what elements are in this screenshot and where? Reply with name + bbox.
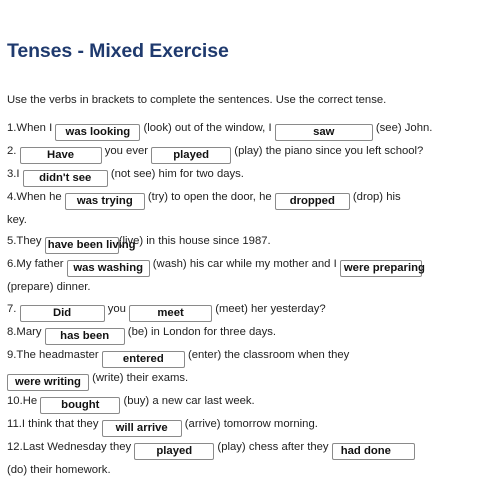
answer-input[interactable]: were writing bbox=[7, 373, 89, 391]
instructions-text: Use the verbs in brackets to complete th… bbox=[7, 94, 387, 107]
sentence-text: (do) their homework. bbox=[7, 463, 111, 476]
answer-input[interactable]: Did bbox=[19, 304, 105, 322]
question-number: 7. bbox=[7, 302, 17, 315]
question-number: 1. bbox=[7, 121, 17, 134]
sentence-text: (try) to open the door, he bbox=[144, 190, 275, 203]
answer-input[interactable]: played bbox=[151, 146, 232, 164]
question-line: 10.He bought (buy) a new car last week. bbox=[7, 391, 494, 414]
question-line: 7. Did you meet (meet) her yesterday? bbox=[7, 299, 494, 322]
sentence-text: (buy) a new car last week. bbox=[120, 394, 255, 407]
question-line: 4.When he was trying (try) to open the d… bbox=[7, 187, 494, 210]
question-number: 5. bbox=[7, 235, 17, 248]
page-title: Tenses - Mixed Exercise bbox=[7, 40, 229, 62]
question-line: 6.My father was washing (wash) his car w… bbox=[7, 254, 494, 278]
sentence-text: He bbox=[22, 394, 41, 407]
question-number: 12. bbox=[7, 440, 23, 453]
question-number: 3. bbox=[7, 167, 17, 180]
sentence-text: (be) in London for three days. bbox=[124, 325, 277, 338]
answer-input[interactable]: have been living bbox=[44, 237, 136, 255]
answer-input[interactable]: bought bbox=[40, 396, 121, 414]
answer-input[interactable]: entered bbox=[101, 350, 185, 368]
answer-input[interactable]: will arrive bbox=[101, 419, 182, 437]
sentence-text: (drop) his bbox=[349, 190, 401, 203]
answer-input[interactable]: didn't see bbox=[22, 169, 108, 187]
answer-input[interactable]: was trying bbox=[64, 192, 145, 210]
question-number: 6. bbox=[7, 258, 17, 271]
question-number: 10. bbox=[7, 394, 23, 407]
sentence-text: My father bbox=[16, 258, 67, 271]
question-line: key. bbox=[7, 210, 494, 232]
sentence-text: key. bbox=[7, 213, 27, 226]
question-number: 11. bbox=[7, 417, 22, 430]
sentence-text: (wash) his car while my mother and I bbox=[149, 258, 340, 271]
sentence-text: (play) the piano since you left school? bbox=[231, 144, 424, 157]
answer-input[interactable]: had done bbox=[331, 442, 415, 460]
sentence-text: (arrive) tomorrow morning. bbox=[181, 417, 318, 430]
sentence-text: The headmaster bbox=[16, 348, 102, 361]
answer-input[interactable]: saw bbox=[274, 123, 373, 141]
question-number: 8. bbox=[7, 325, 17, 338]
question-line: were writing (write) their exams. bbox=[7, 368, 494, 391]
question-line: (prepare) dinner. bbox=[7, 277, 494, 299]
question-line: 12.Last Wednesday they played (play) che… bbox=[7, 437, 494, 460]
sentence-text: When he bbox=[16, 190, 65, 203]
answer-input[interactable]: played bbox=[134, 442, 215, 460]
sentence-text: (live) in this house since 1987. bbox=[118, 235, 271, 248]
sentence-text: I think that they bbox=[21, 417, 102, 430]
answer-input[interactable]: meet bbox=[129, 304, 213, 322]
sentence-text: (look) out of the window, I bbox=[140, 121, 275, 134]
sentence-text: you bbox=[104, 302, 130, 315]
question-line: 2. Have you ever played (play) the piano… bbox=[7, 141, 494, 164]
answer-input[interactable]: dropped bbox=[274, 192, 350, 210]
sentence-text: (not see) him for two days. bbox=[107, 167, 244, 180]
question-line: 9.The headmaster entered (enter) the cla… bbox=[7, 345, 494, 368]
sentence-text: They bbox=[16, 235, 45, 248]
sentence-text: When I bbox=[16, 121, 56, 134]
question-line: 11.I think that they will arrive (arrive… bbox=[7, 414, 494, 437]
sentence-text: (play) chess after they bbox=[214, 440, 332, 453]
question-line: 5.They have been living(live) in this ho… bbox=[7, 231, 494, 255]
sentence-text: Mary bbox=[16, 325, 45, 338]
sentence-text: I bbox=[16, 167, 23, 180]
answer-input[interactable]: was washing bbox=[66, 260, 150, 278]
answer-input[interactable]: was looking bbox=[55, 123, 141, 141]
sentence-text: you ever bbox=[101, 144, 152, 157]
sentence-text: (meet) her yesterday? bbox=[212, 302, 326, 315]
question-line: 8.Mary has been (be) in London for three… bbox=[7, 322, 494, 345]
question-line: 1.When I was looking (look) out of the w… bbox=[7, 118, 494, 141]
answer-input[interactable]: Have bbox=[19, 146, 102, 164]
question-number: 2. bbox=[7, 144, 17, 157]
sentence-text: (see) John. bbox=[372, 121, 433, 134]
sentence-text: (enter) the classroom when they bbox=[184, 348, 350, 361]
sentence-text: (write) their exams. bbox=[89, 371, 189, 384]
question-number: 9. bbox=[7, 348, 17, 361]
answer-input[interactable]: has been bbox=[44, 327, 125, 345]
sentence-text: (prepare) dinner. bbox=[7, 281, 91, 294]
question-list: 1.When I was looking (look) out of the w… bbox=[7, 118, 494, 482]
sentence-text: Last Wednesday they bbox=[22, 440, 135, 453]
answer-input[interactable]: were preparing bbox=[339, 260, 425, 278]
question-line: (do) their homework. bbox=[7, 460, 494, 482]
question-line: 3.I didn't see (not see) him for two day… bbox=[7, 164, 494, 187]
question-number: 4. bbox=[7, 190, 17, 203]
worksheet-page: Tenses - Mixed Exercise Use the verbs in… bbox=[0, 0, 500, 500]
